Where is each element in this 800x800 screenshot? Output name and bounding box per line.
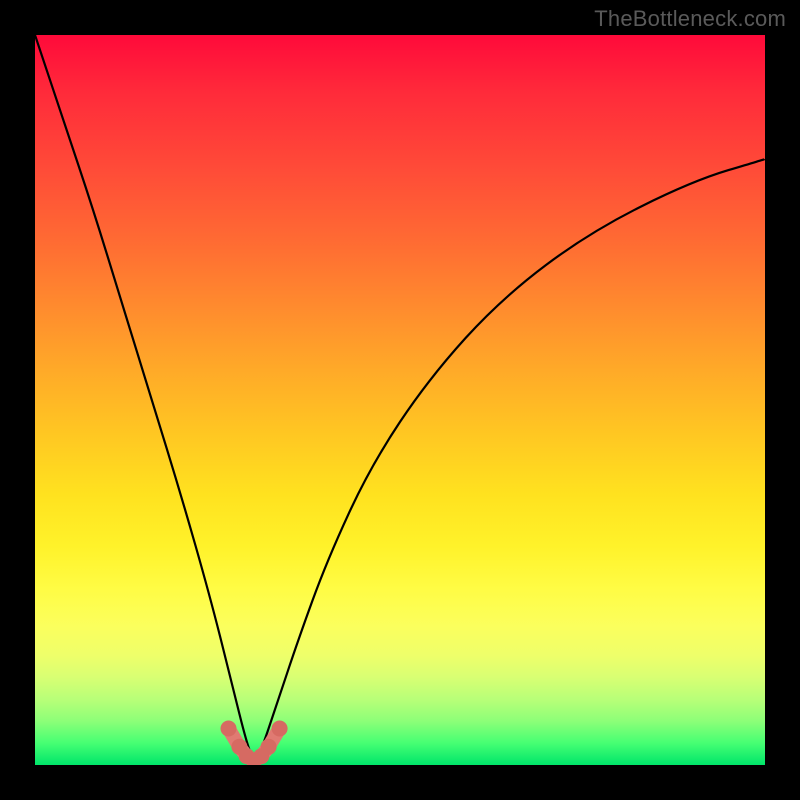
plot-area: [35, 35, 765, 765]
curve-layer: [35, 35, 765, 765]
watermark-text: TheBottleneck.com: [594, 6, 786, 32]
optimal-zone-dot: [221, 721, 237, 737]
optimal-zone-dot: [272, 721, 288, 737]
optimal-zone-dot: [261, 739, 277, 755]
bottleneck-curve: [35, 35, 765, 758]
chart-frame: TheBottleneck.com: [0, 0, 800, 800]
